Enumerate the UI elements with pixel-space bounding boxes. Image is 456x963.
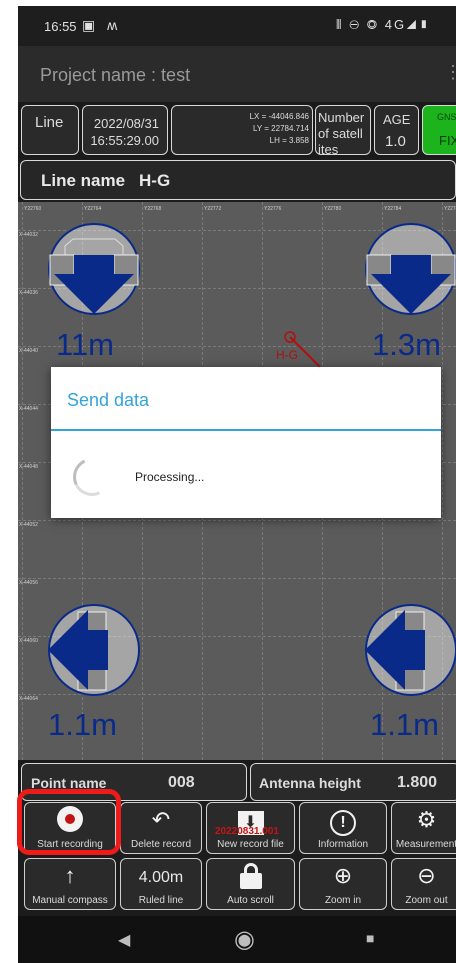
lock-icon: [207, 863, 294, 895]
line-name-label: Line name: [41, 171, 126, 190]
zoom-in-icon: ⊕: [333, 863, 353, 888]
gnss-value: FIX: [439, 133, 456, 148]
new-record-file-label: New record file: [217, 839, 284, 850]
send-data-dialog: Send data Processing...: [51, 367, 441, 518]
information-button[interactable]: ! Information: [299, 802, 387, 854]
manual-compass-button[interactable]: ↑ Manual compass: [24, 858, 116, 910]
dialog-message: Processing...: [135, 470, 205, 484]
satellites-label-1: Number: [318, 110, 365, 125]
record-file-name: 20220831.001: [215, 826, 279, 837]
lx-value: LX = -44046.846: [249, 112, 309, 121]
distance-top-left: 11m: [56, 327, 115, 362]
mode-box[interactable]: Line: [21, 105, 79, 155]
system-nav-bar: ◀ ◉ ■: [18, 916, 456, 963]
dialog-divider: [51, 429, 441, 431]
ly-value: LY = 22784.714: [253, 124, 309, 133]
lh-value: LH = 3.858: [269, 136, 309, 145]
antenna-height-value: 1.800: [397, 774, 438, 791]
zoom-out-icon: ⊖: [417, 863, 436, 888]
system-icons: ⫴ ⊖ ◎ 4G◢▮: [336, 17, 431, 32]
delete-record-label: Delete record: [130, 839, 192, 850]
home-icon[interactable]: ◉: [234, 925, 255, 954]
coordinates-box: LX = -44046.846 LY = 22784.714 LH = 3.85…: [171, 105, 313, 155]
measurement-button[interactable]: ⚙ Measurement: [391, 802, 456, 854]
overflow-menu-icon[interactable]: ⋮: [444, 62, 456, 83]
ruled-line-button[interactable]: 4.00m Ruled line: [120, 858, 202, 910]
antenna-height-label: Antenna height: [259, 775, 361, 791]
information-label: Information: [317, 839, 369, 850]
mode-label: Line: [35, 114, 64, 131]
dialog-title: Send data: [67, 390, 150, 410]
undo-icon: ↶: [151, 807, 171, 832]
notification-icons: ▣ ʍ: [82, 17, 122, 33]
zoom-in-button[interactable]: ⊕ Zoom in: [299, 858, 387, 910]
app-title-bar: Project name : test ⋮: [18, 46, 456, 102]
progress-spinner-icon: [67, 452, 117, 502]
distance-bottom-left: 1.1m: [48, 707, 117, 742]
auto-scroll-button[interactable]: Auto scroll: [206, 858, 295, 910]
gear-icon: ⚙: [416, 807, 437, 832]
gnss-label: GNS: [437, 112, 456, 122]
satellites-box: Number of satell ites: [315, 105, 371, 157]
zoom-out-button[interactable]: ⊖ Zoom out: [391, 858, 456, 910]
direction-arrow-bottom-right: [365, 604, 456, 696]
direction-arrow-top-right: [365, 223, 456, 315]
ruled-line-label: Ruled line: [138, 895, 184, 906]
distance-bottom-right: 1.1m: [370, 707, 439, 742]
direction-arrow-top-left: [48, 223, 140, 315]
point-name-value: 008: [168, 774, 195, 791]
project-title: Project name : test: [40, 65, 191, 85]
antenna-height-box[interactable]: Antenna height 1.800: [250, 763, 456, 801]
time-value: 16:55:29.00: [90, 133, 159, 148]
satellites-label-3: ites: [318, 142, 339, 157]
line-name-bar: Line name H-G: [20, 160, 456, 200]
arrow-up-icon: ↑: [64, 863, 76, 888]
age-value: 1.0: [385, 133, 406, 150]
ruled-line-value: 4.00m: [138, 869, 184, 886]
info-icon: !: [300, 807, 386, 836]
status-time: 16:55: [44, 19, 77, 34]
measurement-label: Measurement: [395, 839, 456, 850]
back-icon[interactable]: ◀: [118, 930, 130, 950]
recent-apps-icon[interactable]: ■: [366, 930, 374, 946]
date-value: 2022/08/31: [93, 116, 159, 131]
line-name-value: H-G: [139, 171, 171, 190]
direction-arrow-bottom-left: [48, 604, 140, 696]
age-box: AGE 1.0: [374, 105, 419, 155]
auto-scroll-label: Auto scroll: [227, 895, 274, 906]
delete-record-button[interactable]: ↶ Delete record: [120, 802, 202, 854]
distance-top-right: 1.3m: [372, 327, 441, 362]
manual-compass-label: Manual compass: [32, 895, 108, 906]
info-row: Line 2022/08/31 16:55:29.00 LX = -44046.…: [18, 102, 456, 158]
age-label: AGE: [383, 112, 411, 127]
new-record-file-button[interactable]: ⬇ 20220831.001 New record file: [206, 802, 295, 854]
status-bar: 16:55 ▣ ʍ ⫴ ⊖ ◎ 4G◢▮: [18, 6, 456, 46]
zoom-in-label: Zoom in: [324, 895, 362, 906]
satellites-label-2: of satell: [318, 126, 363, 141]
highlight-annotation: [17, 789, 121, 855]
datetime-box: 2022/08/31 16:55:29.00: [82, 105, 168, 155]
zoom-out-label: Zoom out: [405, 895, 448, 906]
gnss-status-box: GNS FIX: [422, 105, 456, 155]
line-label: H-G: [276, 348, 298, 362]
